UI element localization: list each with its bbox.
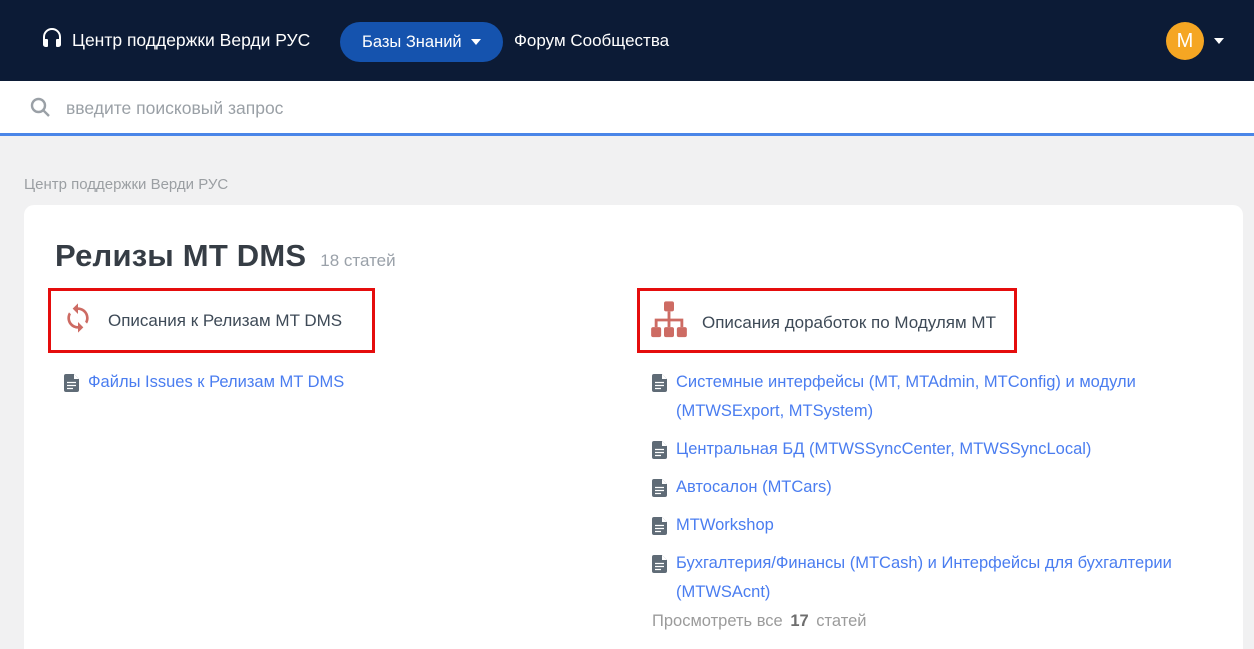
community-forum-link[interactable]: Форум Сообщества — [514, 0, 669, 81]
document-icon — [64, 374, 79, 397]
document-icon — [652, 555, 667, 578]
article-link[interactable]: Файлы Issues к Релизам MT DMS — [64, 368, 584, 397]
search-input[interactable] — [64, 89, 1168, 127]
knowledge-bases-button[interactable]: Базы Знаний — [340, 22, 503, 62]
forum-label: Форум Сообщества — [514, 31, 669, 51]
document-icon — [652, 517, 667, 540]
releases-links-list: Файлы Issues к Релизам MT DMS — [64, 368, 584, 406]
article-link[interactable]: Системные интерфейсы (MT, MTAdmin, MTCon… — [652, 368, 1227, 426]
breadcrumb-label: Центр поддержки Верди РУС — [24, 176, 228, 193]
chevron-down-icon — [471, 39, 481, 45]
article-link[interactable]: Автосалон (MTCars) — [652, 473, 1227, 502]
document-icon — [652, 441, 667, 464]
article-link-label: MTWorkshop — [676, 511, 774, 540]
article-link-label: Центральная БД (MTWSSyncCenter, MTWSSync… — [676, 435, 1091, 464]
document-icon — [652, 374, 667, 397]
article-link[interactable]: Центральная БД (MTWSSyncCenter, MTWSSync… — [652, 435, 1227, 464]
brand-home-link[interactable]: Центр поддержки Верди РУС — [40, 0, 310, 81]
breadcrumb[interactable]: Центр поддержки Верди РУС — [24, 176, 228, 193]
chevron-down-icon — [1214, 38, 1224, 44]
document-icon — [652, 479, 667, 502]
article-link-label: Бухгалтерия/Финансы (MTCash) и Интерфейс… — [676, 549, 1227, 607]
avatar-initial: M — [1177, 30, 1194, 53]
avatar: M — [1166, 22, 1204, 60]
category-releases-title: Описания к Релизам MT DMS — [108, 311, 342, 331]
view-all-prefix: Просмотреть все — [652, 612, 783, 630]
article-link-label: Автосалон (MTCars) — [676, 473, 832, 502]
modules-links-list: Системные интерфейсы (MT, MTAdmin, MTCon… — [652, 368, 1227, 616]
headphones-icon — [40, 26, 64, 55]
top-navbar: Центр поддержки Верди РУС Базы Знаний Фо… — [0, 0, 1254, 81]
article-link[interactable]: Бухгалтерия/Финансы (MTCash) и Интерфейс… — [652, 549, 1227, 607]
category-modules-title: Описания доработок по Модулям МТ — [702, 313, 996, 333]
search-icon — [28, 95, 52, 124]
category-modules-header[interactable]: Описания доработок по Модулям МТ — [650, 300, 996, 345]
sitemap-icon — [650, 300, 688, 345]
refresh-icon — [62, 302, 94, 339]
view-all-count: 17 — [787, 612, 811, 630]
article-link-label: Системные интерфейсы (MT, MTAdmin, MTCon… — [676, 368, 1227, 426]
page-title-row: Релизы MT DMS 18 статей — [55, 238, 396, 274]
support-center-page: Центр поддержки Верди РУС Базы Знаний Фо… — [0, 0, 1254, 649]
search-bar — [0, 81, 1254, 136]
view-all-suffix: статей — [816, 612, 866, 630]
article-count: 18 статей — [320, 251, 395, 271]
category-releases-header[interactable]: Описания к Релизам MT DMS — [62, 302, 342, 339]
user-menu-button[interactable]: M — [1166, 22, 1224, 60]
article-link-label: Файлы Issues к Релизам MT DMS — [88, 368, 344, 397]
view-all-articles-link[interactable]: Просмотреть все 17 статей — [652, 612, 866, 631]
page-title: Релизы MT DMS — [55, 238, 306, 274]
article-link[interactable]: MTWorkshop — [652, 511, 1227, 540]
knowledge-bases-label: Базы Знаний — [362, 33, 462, 52]
brand-label: Центр поддержки Верди РУС — [72, 30, 310, 51]
